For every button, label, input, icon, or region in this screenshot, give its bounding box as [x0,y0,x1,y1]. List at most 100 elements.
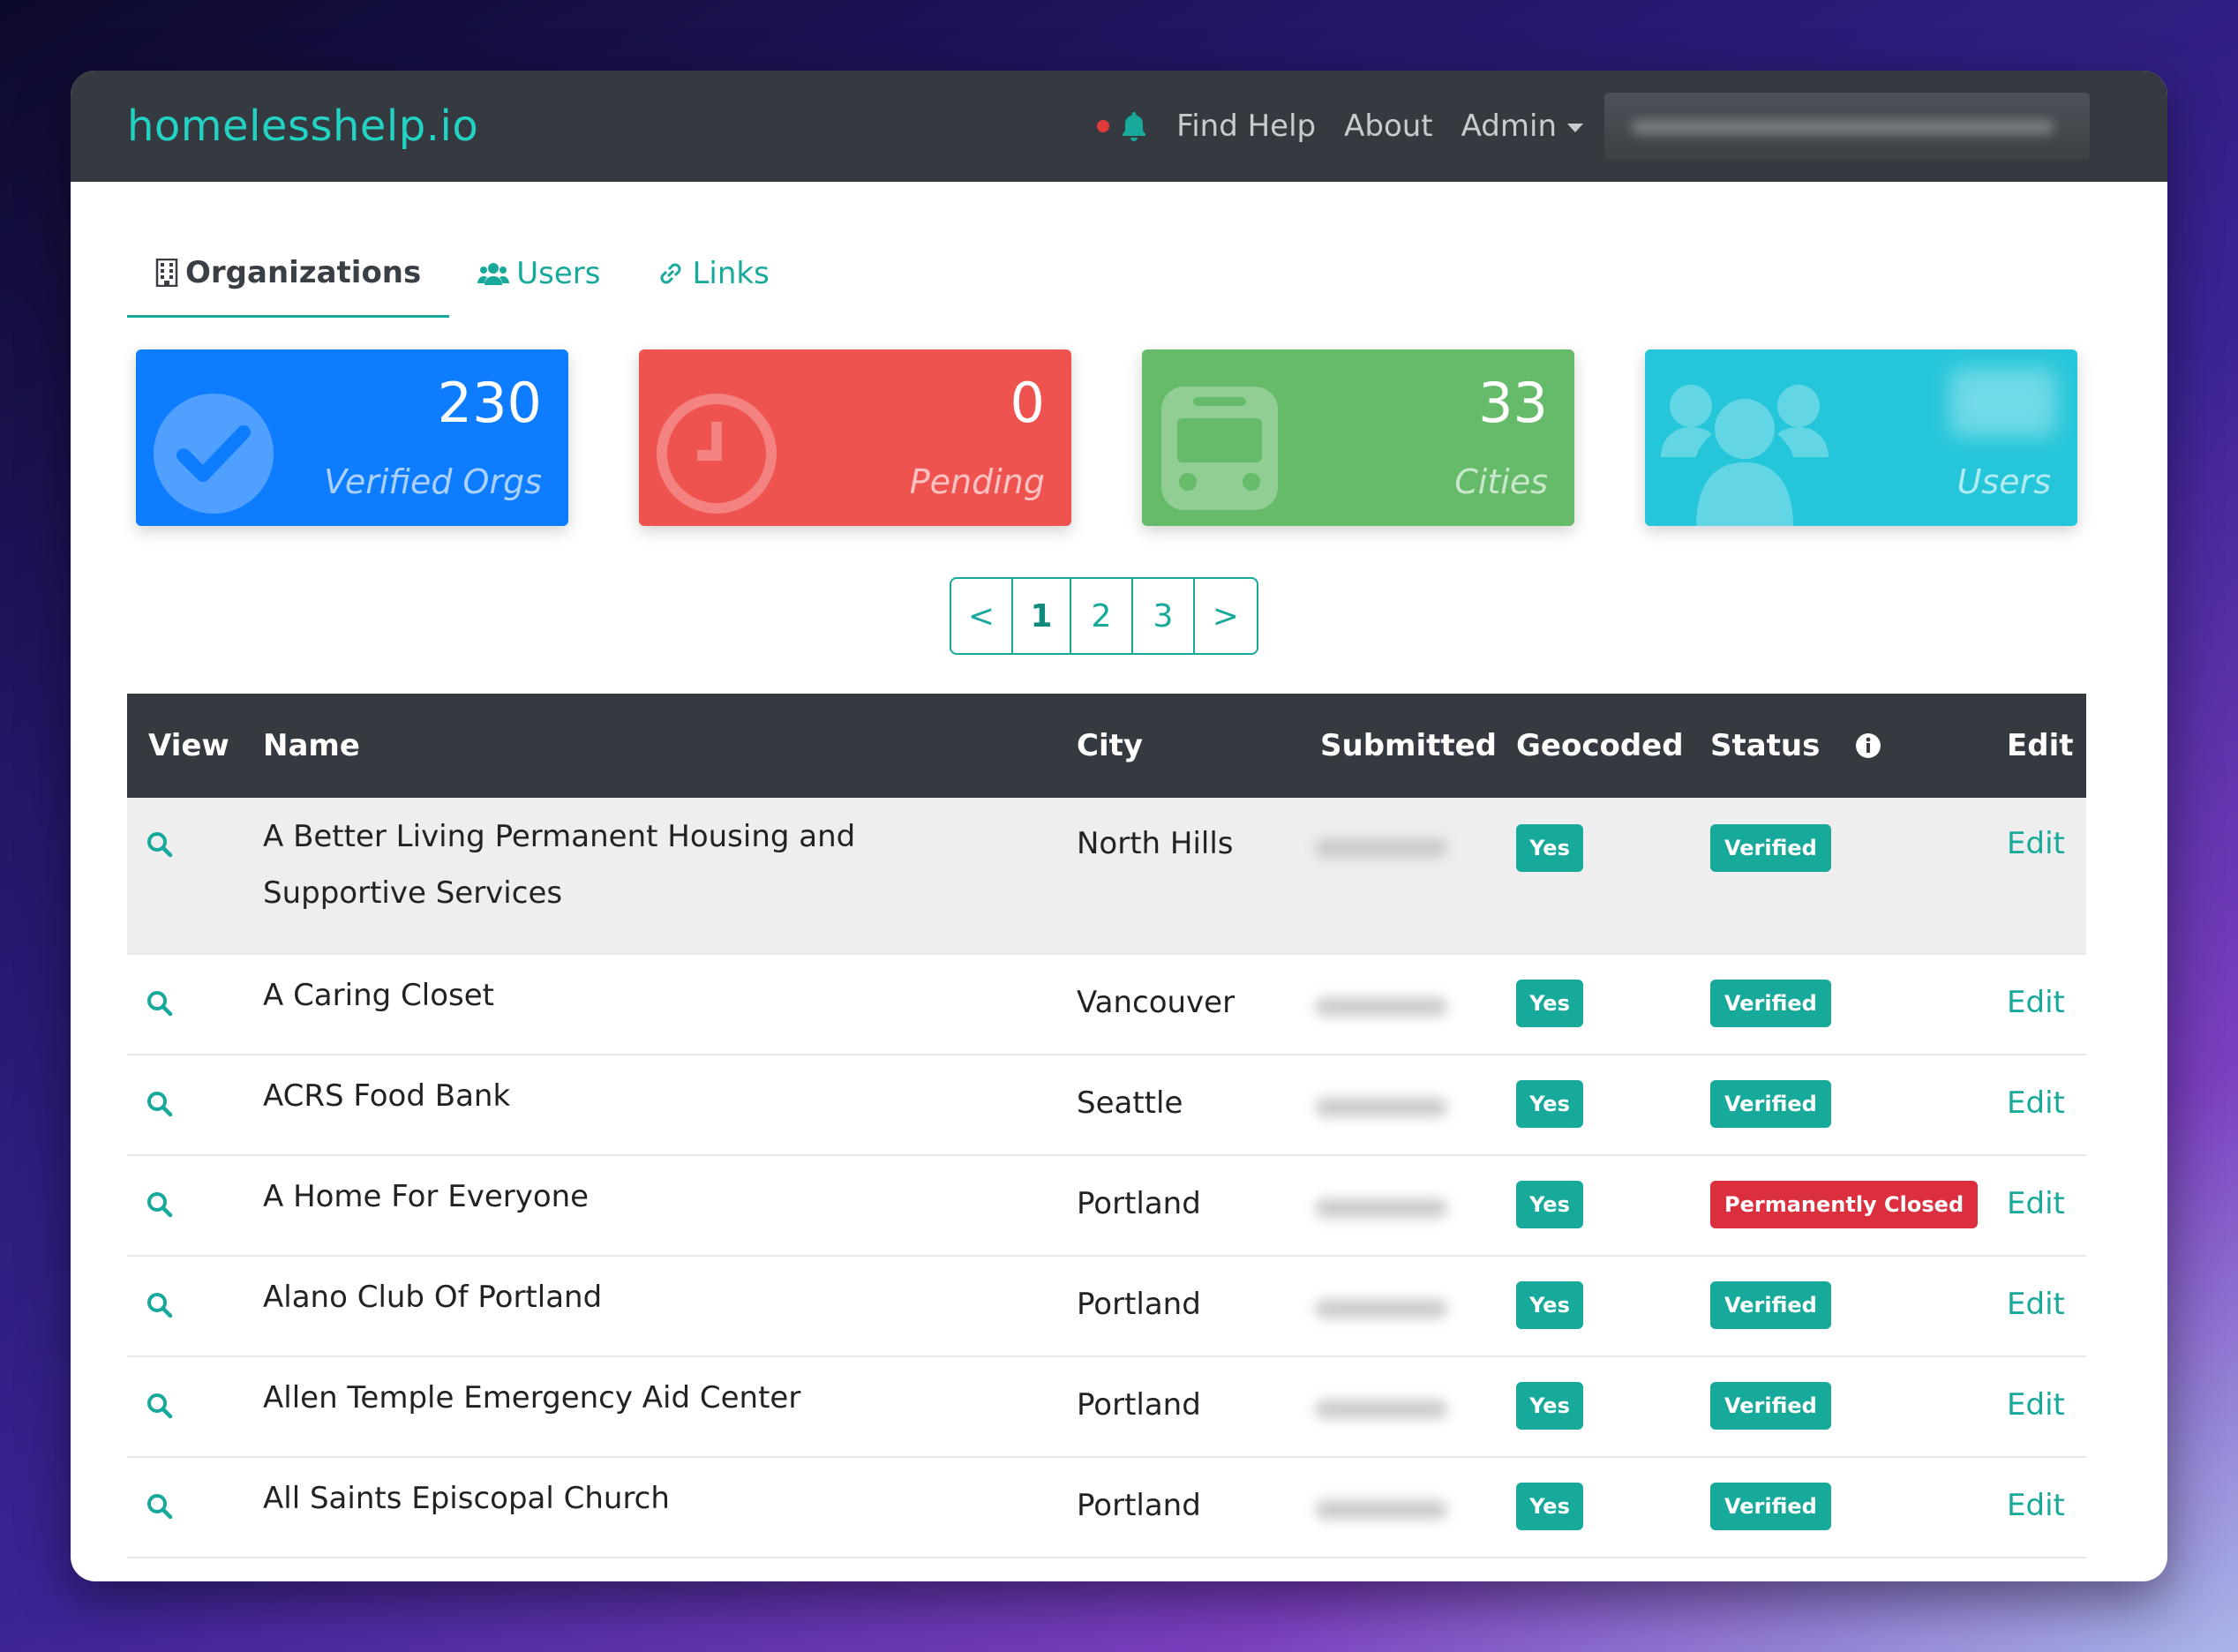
info-icon[interactable] [1855,732,1881,759]
header-geocoded[interactable]: Geocoded [1516,694,1684,798]
card-users-value-redacted [1950,369,2056,436]
card-verified-orgs-value: 230 [437,371,542,435]
header-city[interactable]: City [1077,694,1143,798]
search-icon[interactable] [146,1493,173,1520]
table-row: A Caring Closet Vancouver Yes Verified E… [127,955,2086,1055]
header-name[interactable]: Name [263,694,360,798]
table-header: View Name City Submitted Geocoded Status… [127,694,2086,798]
card-pending-value: 0 [1010,371,1045,435]
edit-link[interactable]: Edit [2007,1387,2065,1423]
row-city: Portland [1077,1387,1201,1423]
status-badge: Permanently Closed [1710,1181,1979,1228]
row-submitted-redacted [1315,1198,1447,1218]
top-navbar: homelesshelp.io Find Help About Admin [71,71,2167,182]
table-row: Allen Temple Emergency Aid Center Portla… [127,1357,2086,1458]
row-city: Vancouver [1077,985,1235,1020]
table-row: Alano Club Of Portland Portland Yes Veri… [127,1257,2086,1357]
brand-logo[interactable]: homelesshelp.io [127,101,478,151]
edit-link[interactable]: Edit [2007,1085,2065,1121]
card-verified-orgs[interactable]: 230 Verified Orgs [136,349,568,526]
status-badge: Verified [1710,1483,1831,1530]
card-cities[interactable]: 33 Cities [1142,349,1574,526]
tab-organizations[interactable]: Organizations [127,229,450,318]
row-submitted-redacted [1315,1400,1447,1419]
tab-users-label: Users [516,256,601,291]
edit-link[interactable]: Edit [2007,985,2065,1020]
row-city: North Hills [1077,826,1234,861]
geocoded-badge: Yes [1516,1181,1583,1228]
tab-users[interactable]: Users [449,229,628,318]
pagination-page-2[interactable]: 2 [1071,579,1133,653]
geocoded-badge: Yes [1516,1080,1583,1128]
search-icon[interactable] [146,1091,173,1117]
row-name: All Saints Episcopal Church [263,1481,670,1516]
card-users[interactable]: Users [1645,349,2077,526]
organizations-table: View Name City Submitted Geocoded Status… [127,694,2086,1558]
edit-link[interactable]: Edit [2007,1186,2065,1221]
app-window: homelesshelp.io Find Help About Admin Or… [71,71,2167,1581]
card-pending[interactable]: 0 Pending [639,349,1071,526]
users-icon [1661,385,1829,526]
search-icon[interactable] [146,1393,173,1419]
pagination: < 1 2 3 > [950,577,1258,655]
table-row: ACRS Food Bank Seattle Yes Verified Edit [127,1055,2086,1156]
row-submitted-redacted [1315,1299,1447,1318]
status-badge: Verified [1710,1281,1831,1329]
geocoded-badge: Yes [1516,1382,1583,1430]
row-name: A Caring Closet [263,978,494,1013]
card-pending-label: Pending [909,462,1045,501]
clock-icon [657,394,777,514]
row-city: Portland [1077,1186,1201,1221]
search-icon[interactable] [146,1191,173,1218]
search-icon[interactable] [146,831,173,858]
nav-admin-label: Admin [1461,109,1557,144]
row-name: A Home For Everyone [263,1179,590,1214]
status-badge: Verified [1710,980,1831,1027]
card-cities-label: Cities [1454,462,1548,501]
section-tabs: Organizations Users Links [127,229,798,318]
row-submitted-redacted [1315,1098,1447,1117]
nav-right: Find Help About Admin [1097,71,2090,182]
table-body: A Better Living Permanent Housing and Su… [127,798,2086,1558]
notification-dot [1097,120,1110,132]
bus-icon [1161,387,1278,510]
nav-find-help[interactable]: Find Help [1176,109,1316,144]
card-verified-orgs-label: Verified Orgs [324,462,542,501]
pagination-page-1[interactable]: 1 [1013,579,1071,653]
geocoded-badge: Yes [1516,1281,1583,1329]
pagination-page-3[interactable]: 3 [1133,579,1195,653]
row-city: Portland [1077,1287,1201,1322]
row-name: A Better Living Permanent Housing and Su… [263,819,856,911]
row-city: Portland [1077,1488,1201,1523]
row-submitted-redacted [1315,838,1447,858]
geocoded-badge: Yes [1516,824,1583,872]
edit-link[interactable]: Edit [2007,1488,2065,1523]
row-submitted-redacted [1315,997,1447,1017]
row-name: Allen Temple Emergency Aid Center [263,1380,801,1415]
table-row: A Better Living Permanent Housing and Su… [127,798,2086,955]
search-icon[interactable] [146,1292,173,1318]
pagination-next[interactable]: > [1195,579,1257,653]
geocoded-badge: Yes [1516,1483,1583,1530]
row-name: ACRS Food Bank [263,1078,511,1114]
row-city: Seattle [1077,1085,1183,1121]
nav-admin-dropdown[interactable]: Admin [1461,109,1583,144]
nav-about[interactable]: About [1344,109,1433,144]
pagination-prev[interactable]: < [951,579,1013,653]
table-row: All Saints Episcopal Church Portland Yes… [127,1458,2086,1558]
status-badge: Verified [1710,1382,1831,1430]
header-view: View [148,728,229,763]
edit-link[interactable]: Edit [2007,826,2065,861]
tab-organizations-label: Organizations [185,254,422,290]
header-status[interactable]: Status [1710,694,1881,798]
tab-links[interactable]: Links [628,229,797,318]
search-icon[interactable] [146,990,173,1017]
header-edit: Edit [2007,728,2074,763]
bell-icon[interactable] [1120,110,1148,142]
status-badge: Verified [1710,1080,1831,1128]
card-cities-value: 33 [1478,371,1548,435]
chevron-down-icon [1567,123,1583,132]
header-submitted[interactable]: Submitted [1320,694,1497,798]
user-email-redacted[interactable] [1604,93,2090,160]
edit-link[interactable]: Edit [2007,1287,2065,1322]
